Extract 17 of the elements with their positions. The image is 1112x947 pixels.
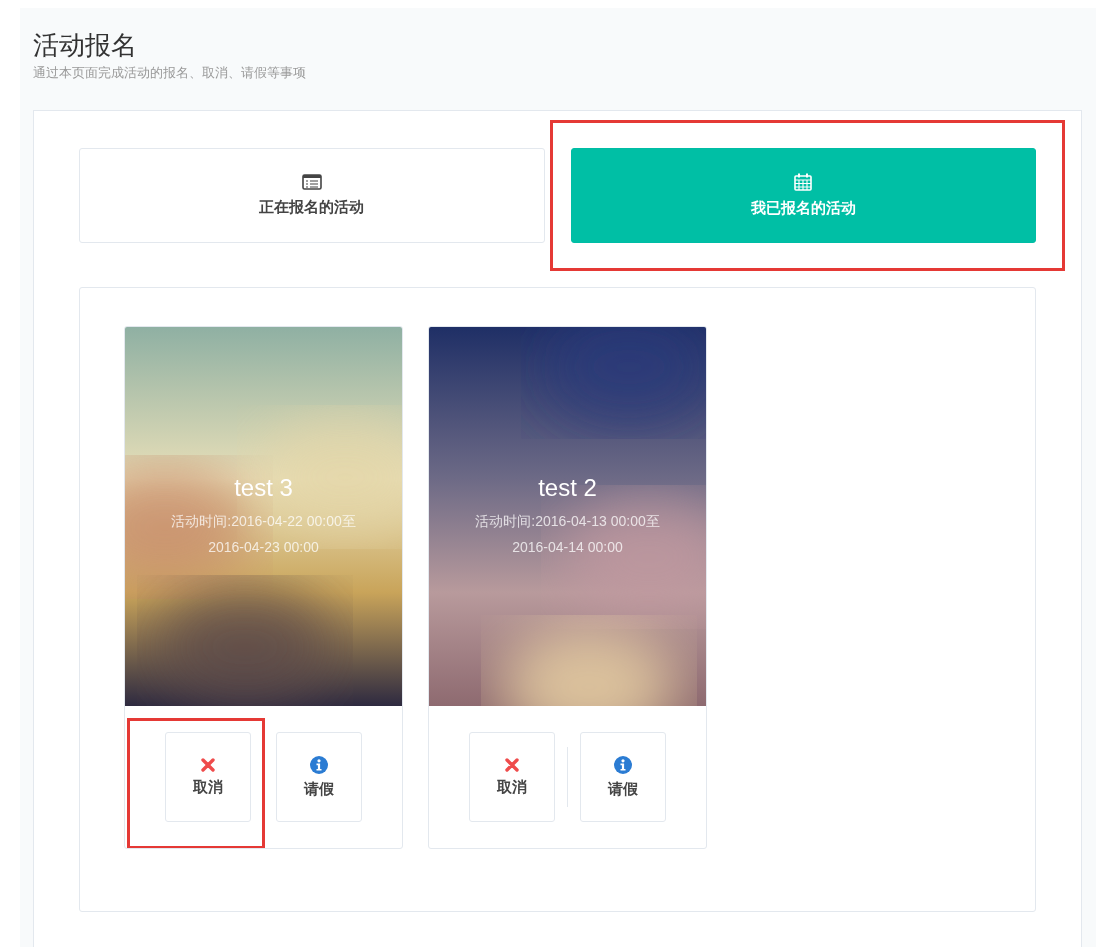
info-icon <box>614 755 632 774</box>
close-icon <box>201 757 215 772</box>
cancel-button[interactable]: 取消 <box>165 732 251 822</box>
close-icon <box>505 757 519 772</box>
cancel-button[interactable]: 取消 <box>469 732 555 822</box>
list-icon <box>301 174 322 190</box>
info-icon <box>310 755 328 774</box>
page-subtitle: 通过本页面完成活动的报名、取消、请假等事项 <box>33 64 307 82</box>
activity-title: test 2 <box>538 473 597 502</box>
calendar-icon <box>794 173 813 191</box>
activity-title: test 3 <box>234 473 293 502</box>
page-title: 活动报名 <box>33 29 138 62</box>
activity-time: 活动时间:2016-04-22 00:00至2016-04-23 00:00 <box>170 511 357 557</box>
activity-time: 活动时间:2016-04-13 00:00至2016-04-14 00:00 <box>474 511 661 557</box>
leave-button[interactable]: 请假 <box>276 732 362 822</box>
leave-button[interactable]: 请假 <box>580 732 666 822</box>
tab[interactable]: 正在报名的活动 <box>79 148 545 243</box>
